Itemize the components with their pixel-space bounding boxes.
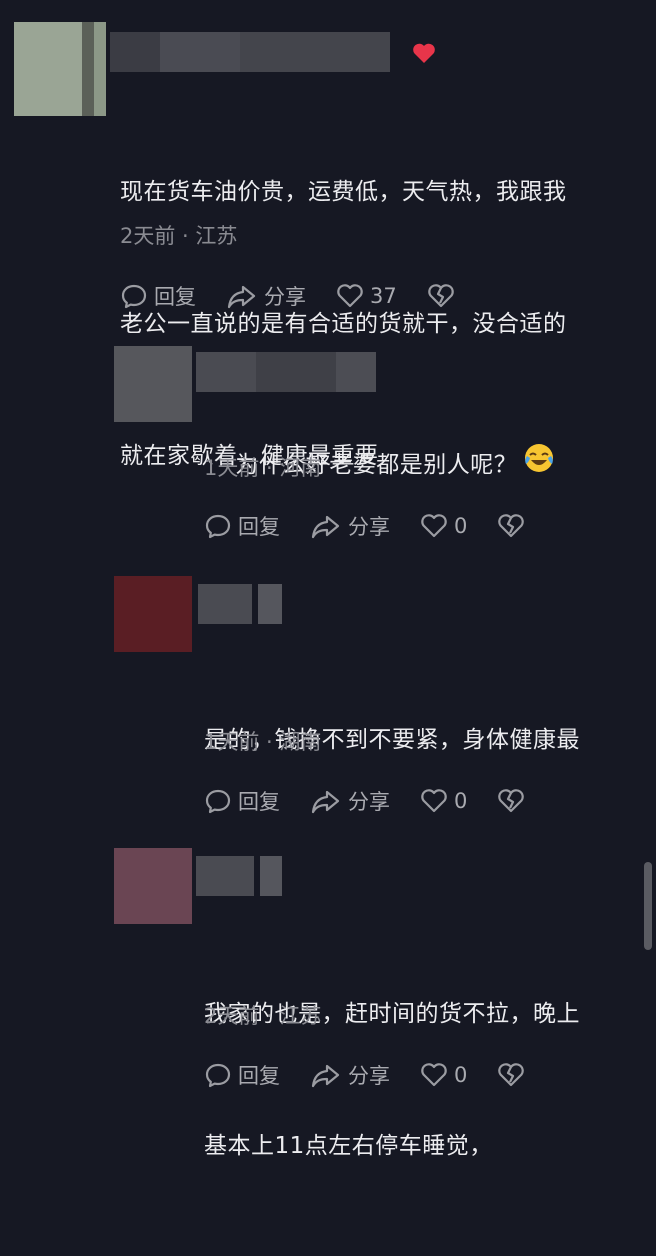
share-label: 分享 — [348, 515, 390, 539]
heart-icon — [421, 1063, 447, 1087]
like-button[interactable]: 0 — [420, 788, 467, 814]
like-count: 0 — [454, 1063, 468, 1087]
comment-text-line: 现在货车油价贵，运费低，天气热，我跟我 — [120, 179, 567, 205]
share-label: 分享 — [348, 1064, 390, 1088]
like-count: 0 — [454, 789, 468, 813]
reply-label: 回复 — [154, 285, 196, 309]
like-button[interactable]: 37 — [336, 283, 397, 309]
reply-button[interactable]: 回复 — [204, 511, 280, 541]
share-icon — [311, 1064, 340, 1088]
reply-label: 回复 — [238, 515, 280, 539]
laughing-crying-emoji-icon — [523, 442, 555, 489]
share-button[interactable]: 分享 — [226, 281, 306, 311]
comment-meta: 1天前 · 河南 — [204, 456, 322, 480]
reply-icon — [205, 514, 231, 539]
avatar[interactable] — [114, 576, 192, 652]
username-blurred[interactable] — [110, 32, 390, 72]
dislike-button[interactable] — [497, 1062, 531, 1088]
heart-icon — [337, 284, 363, 308]
like-count: 0 — [454, 514, 468, 538]
username-blurred[interactable] — [196, 352, 376, 392]
username-blurred[interactable] — [196, 856, 282, 896]
reply-label: 回复 — [238, 1064, 280, 1088]
dislike-button[interactable] — [427, 283, 461, 309]
reply-button[interactable]: 回复 — [204, 786, 280, 816]
dislike-button[interactable] — [497, 513, 531, 539]
avatar[interactable] — [114, 346, 192, 422]
comment-actions: 回复 分享 0 — [204, 786, 561, 816]
share-icon — [311, 515, 340, 539]
share-label: 分享 — [348, 790, 390, 814]
comment-meta: 1天前 · 湖南 — [204, 730, 322, 754]
dislike-button[interactable] — [497, 788, 531, 814]
comment-actions: 回复 分享 37 — [120, 281, 491, 311]
comment-text-line: 基本上11点左右停车睡觉， — [204, 1133, 493, 1159]
author-liked-heart-icon — [412, 42, 436, 68]
share-label: 分享 — [264, 285, 306, 309]
avatar[interactable] — [114, 848, 192, 924]
reply-icon — [205, 789, 231, 814]
broken-heart-icon — [498, 1063, 525, 1087]
share-button[interactable]: 分享 — [310, 511, 390, 541]
share-button[interactable]: 分享 — [310, 1060, 390, 1090]
like-count: 37 — [370, 284, 397, 308]
avatar[interactable] — [14, 22, 106, 116]
username-blurred[interactable] — [198, 584, 282, 624]
scrollbar[interactable] — [644, 862, 652, 950]
heart-icon — [421, 789, 447, 813]
broken-heart-icon — [498, 514, 525, 538]
like-button[interactable]: 0 — [420, 1062, 467, 1088]
reply-button[interactable]: 回复 — [120, 281, 196, 311]
like-button[interactable]: 0 — [420, 513, 467, 539]
reply-icon — [205, 1063, 231, 1088]
share-icon — [227, 285, 256, 309]
comment-meta: 2天前 · 江苏 — [204, 1004, 322, 1028]
heart-icon — [421, 514, 447, 538]
broken-heart-icon — [498, 789, 525, 813]
reply-button[interactable]: 回复 — [204, 1060, 280, 1090]
comment-meta: 2天前 · 江苏 — [120, 224, 238, 248]
broken-heart-icon — [427, 284, 454, 308]
share-icon — [311, 790, 340, 814]
comment-actions: 回复 分享 0 — [204, 1060, 561, 1090]
reply-icon — [121, 284, 147, 309]
share-button[interactable]: 分享 — [310, 786, 390, 816]
reply-label: 回复 — [238, 790, 280, 814]
comment-actions: 回复 分享 0 — [204, 511, 561, 541]
